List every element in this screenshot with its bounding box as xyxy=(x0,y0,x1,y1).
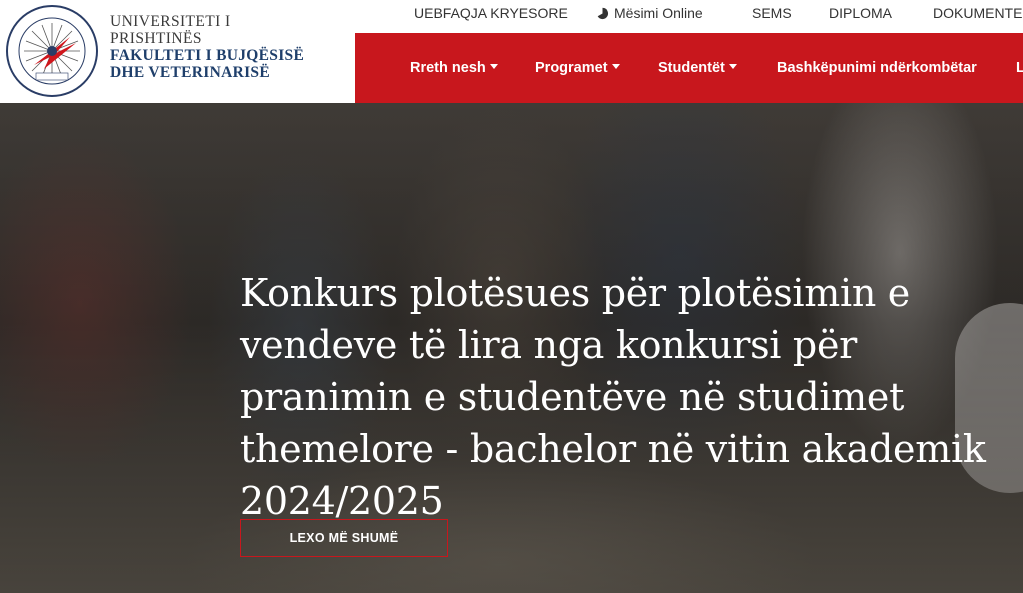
topbar-link-online-learning[interactable]: Mësimi Online xyxy=(596,5,703,21)
nav-item-programs[interactable]: Programet xyxy=(535,60,620,76)
university-name-line2: PRISHTINËS xyxy=(110,30,202,47)
read-more-button[interactable]: LEXO MË SHUMË xyxy=(240,519,448,557)
topbar-link-diploma[interactable]: DIPLOMA xyxy=(829,5,892,21)
university-seal-icon xyxy=(6,5,98,97)
main-navigation: Rreth nesh Programet Studentët Bashkëpun… xyxy=(355,33,1023,103)
logo-text: UNIVERSITETI I PRISHTINËS FAKULTETI I BU… xyxy=(110,13,304,81)
caret-down-icon xyxy=(728,64,737,69)
topbar-link-home[interactable]: UEBFAQJA KRYESORE xyxy=(414,5,568,21)
faculty-name-line2: DHE VETERINARISË xyxy=(110,64,270,81)
hero-title: Konkurs plotësues për plotësimin e vende… xyxy=(240,271,986,523)
topbar-link-online-learning-label: Mësimi Online xyxy=(614,5,703,21)
nav-item-students-label: Studentët xyxy=(658,60,725,76)
top-utility-bar: UEBFAQJA KRYESORE Mësimi Online SEMS DIP… xyxy=(355,0,1023,33)
topbar-link-sems[interactable]: SEMS xyxy=(752,5,792,21)
pie-chart-icon xyxy=(597,7,609,20)
caret-down-icon xyxy=(611,64,620,69)
nav-item-international-cooperation[interactable]: Bashkëpunimi ndërkombëtar xyxy=(777,60,977,76)
nav-item-truncated[interactable]: L xyxy=(1016,60,1023,76)
caret-down-icon xyxy=(489,64,498,69)
site-logo[interactable]: UNIVERSITETI I PRISHTINËS FAKULTETI I BU… xyxy=(0,0,355,103)
faculty-name-line1: FAKULTETI I BUJQËSISË xyxy=(110,47,305,64)
university-name-line1: UNIVERSITETI I xyxy=(110,13,231,30)
hero-banner: Konkurs plotësues për plotësimin e vende… xyxy=(0,103,1023,593)
nav-item-programs-label: Programet xyxy=(535,60,608,76)
nav-item-students[interactable]: Studentët xyxy=(658,60,737,76)
nav-item-about-label: Rreth nesh xyxy=(410,60,486,76)
topbar-link-documents[interactable]: DOKUMENTE xyxy=(933,5,1022,21)
nav-item-about[interactable]: Rreth nesh xyxy=(410,60,498,76)
